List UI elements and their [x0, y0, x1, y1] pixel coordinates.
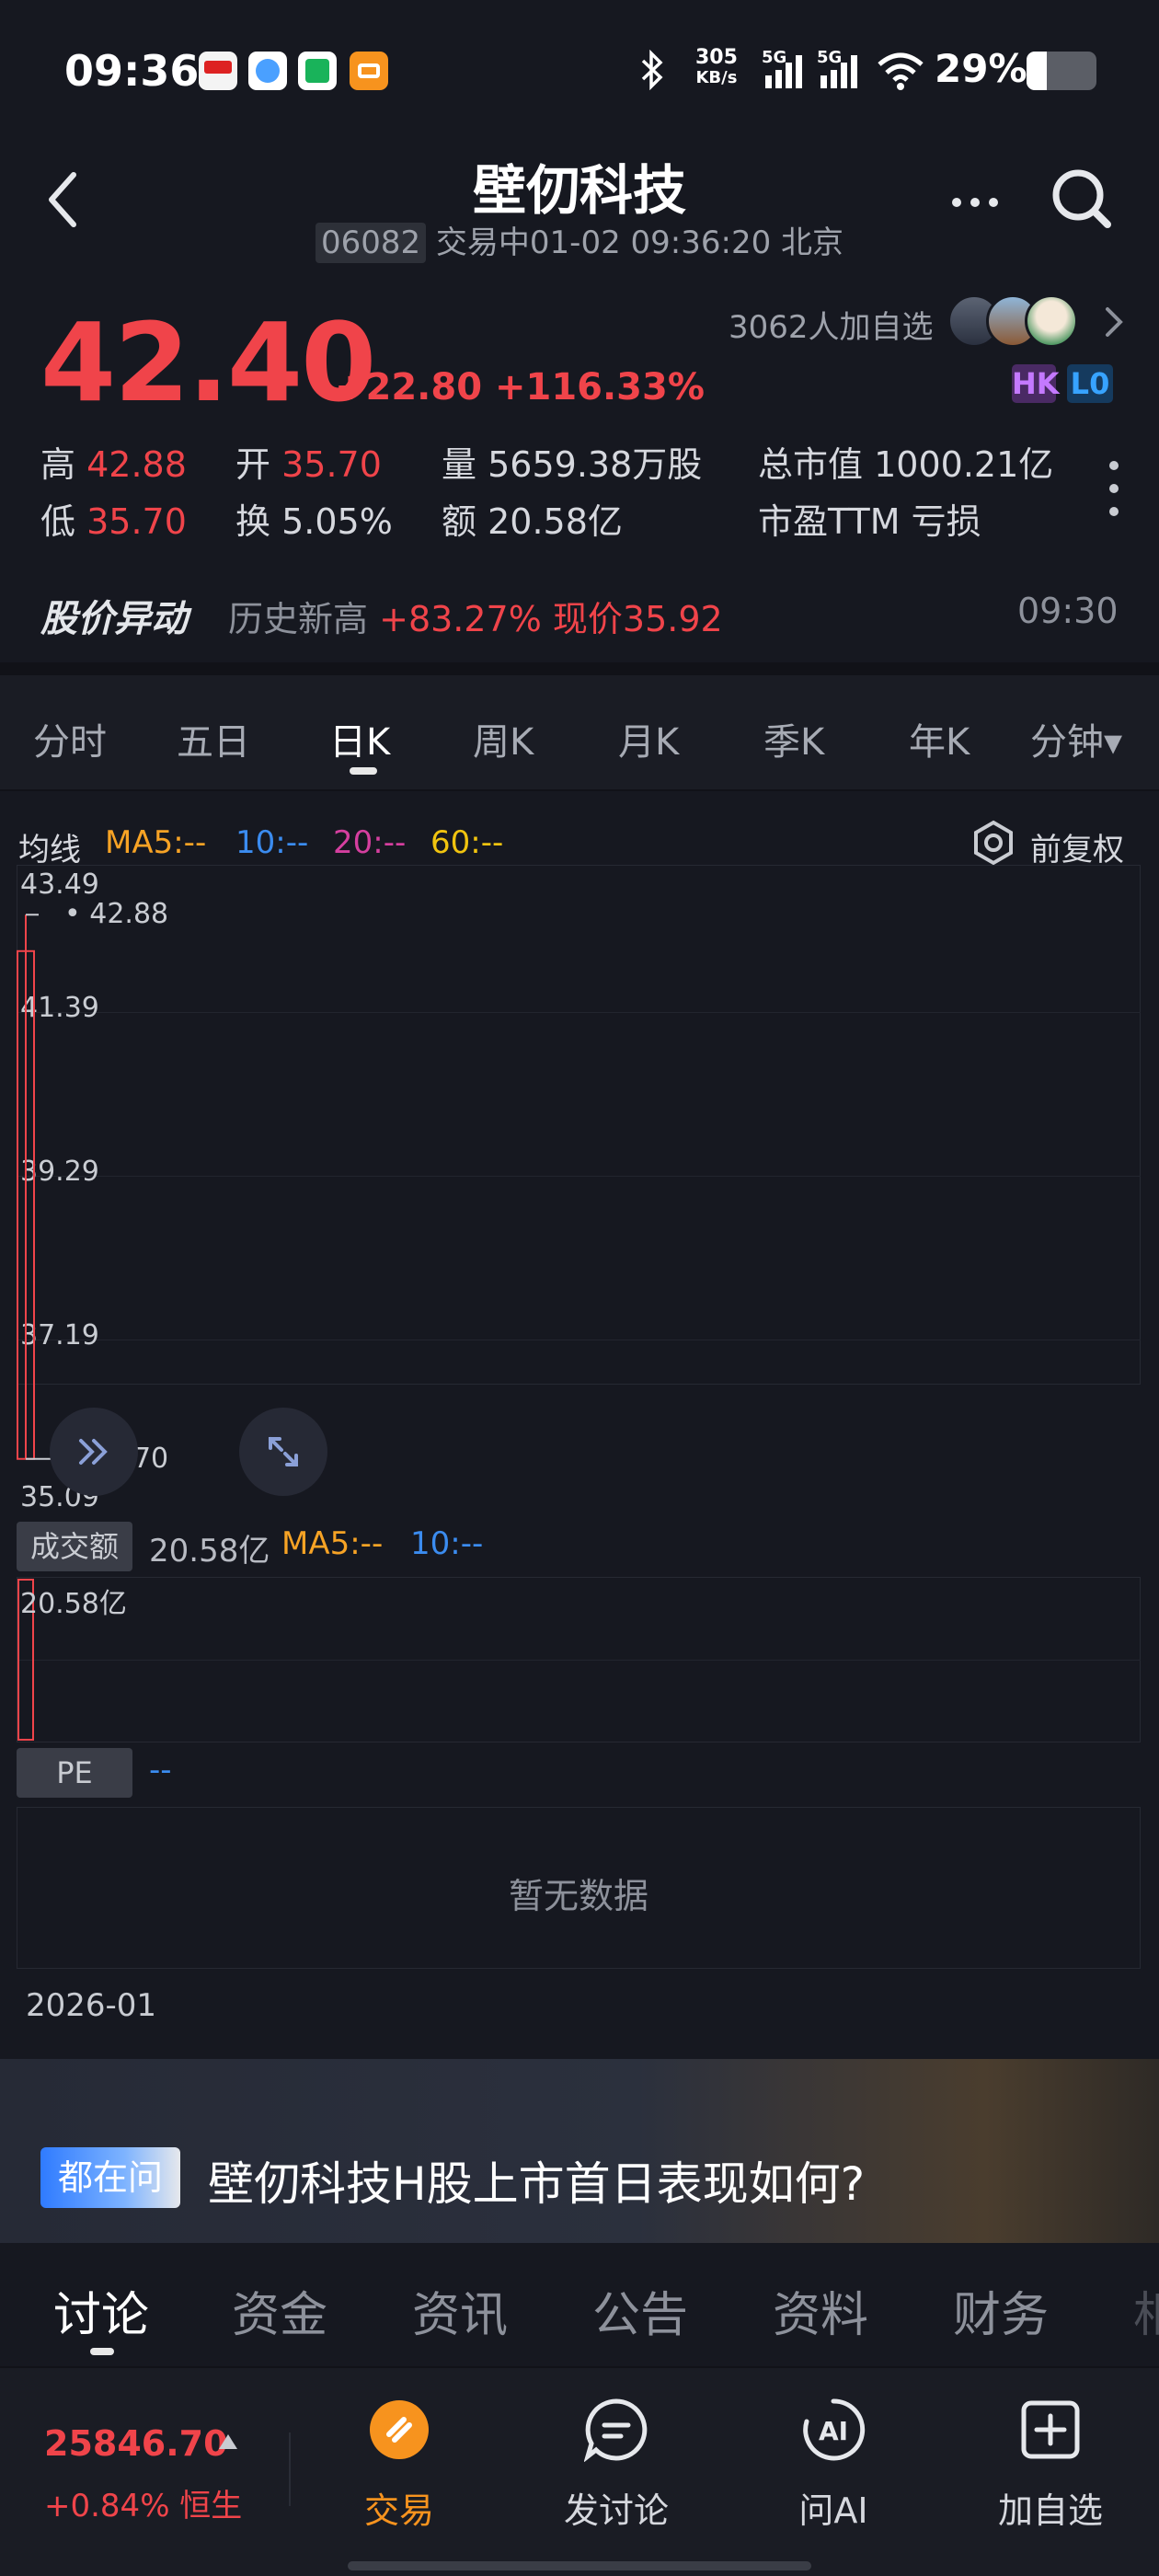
add-watchlist-button[interactable]: 加自选: [977, 2398, 1124, 2533]
content-tabs: 讨论 资金 资讯 公告 资料 财务 相: [0, 2243, 1159, 2363]
stat-low: 低 35.70: [40, 501, 187, 542]
pe-indicator-tab[interactable]: PE: [17, 1748, 132, 1798]
price-panel: [17, 865, 1141, 1385]
stat-pe-ttm: 市盈TTM 亏损: [758, 501, 981, 542]
ai-icon: AI: [803, 2398, 866, 2461]
battery-icon: [1027, 52, 1096, 90]
period-tabs: 分时 五日 日K 周K 月K 季K 年K 分钟▾: [0, 675, 1159, 791]
ask-ai-button[interactable]: AI 问AI: [760, 2398, 907, 2533]
status-bar: 09:36 305 KB/s 5G 5G 29%: [0, 0, 1159, 138]
pe-value: --: [149, 1752, 172, 1788]
stock-code: 06082: [315, 223, 427, 263]
trending-question[interactable]: 壁仞科技H股上市首日表现如何?: [208, 2147, 865, 2214]
adjust-mode-label[interactable]: 前复权: [1030, 824, 1124, 869]
more-options-icon[interactable]: [947, 175, 1003, 230]
scroll-to-latest-button[interactable]: [50, 1408, 138, 1496]
double-chevron-right-icon: [79, 1439, 108, 1465]
trade-icon: [370, 2400, 429, 2459]
tab-financials[interactable]: 财务: [953, 2276, 1049, 2345]
high-marker-label: • 42.88: [64, 898, 169, 931]
gridline: [17, 1176, 1141, 1177]
tab-weekly-k[interactable]: 周K: [473, 712, 534, 765]
status-time: 09:36: [64, 46, 200, 96]
stat-high: 高 42.88: [40, 444, 187, 485]
bottom-action-bar: 25846.70 +0.84% 恒生 交易 发讨论 AI 问AI 加自选: [0, 2366, 1159, 2576]
ai-question-banner[interactable]: 都在问 壁仞科技H股上市首日表现如何?: [0, 2059, 1159, 2243]
trending-badge: 都在问: [40, 2147, 180, 2208]
stat-open: 开 35.70: [235, 444, 382, 485]
svg-text:AI: AI: [819, 2416, 848, 2446]
stat-amount: 额 20.58亿: [442, 501, 623, 542]
ma10-label: 10:--: [235, 824, 309, 861]
active-tab-indicator: [90, 2348, 114, 2355]
gridline: [17, 1012, 1141, 1013]
price-alert-label: 股价异动: [40, 598, 188, 640]
tab-news[interactable]: 资讯: [412, 2276, 508, 2345]
app-notification-icon: [248, 52, 287, 90]
divider: [289, 2432, 291, 2506]
price-alert-time: 09:30: [1017, 591, 1119, 631]
tab-profile[interactable]: 资料: [773, 2276, 868, 2345]
volume-ma5: MA5:--: [281, 1525, 384, 1562]
app-notification-icon: [199, 52, 237, 90]
app-notification-icon: [298, 52, 337, 90]
follower-count[interactable]: 3062人加自选: [729, 302, 934, 347]
price-alert-text[interactable]: 历史新高 +83.27% 现价35.92: [228, 591, 723, 641]
tab-capital[interactable]: 资金: [232, 2276, 327, 2345]
current-price: 42.40: [40, 299, 376, 426]
volume-indicator-tab[interactable]: 成交额: [17, 1522, 132, 1571]
volume-value: 20.58亿: [149, 1533, 270, 1570]
no-data-text: 暂无数据: [508, 1876, 648, 1916]
chevron-right-icon[interactable]: [1100, 304, 1128, 340]
expand-icon: [269, 1437, 298, 1466]
up-triangle-icon: [219, 2434, 237, 2449]
tab-daily-k[interactable]: 日K: [329, 712, 390, 765]
post-discussion-button[interactable]: 发讨论: [543, 2398, 690, 2533]
ma60-label: 60:--: [430, 824, 504, 861]
avatar: [1025, 294, 1078, 348]
x-axis-date: 2026-01: [26, 1987, 157, 2024]
volume-ma10: 10:--: [410, 1525, 484, 1562]
tab-quarterly-k[interactable]: 季K: [763, 712, 824, 765]
tab-five-day[interactable]: 五日: [177, 712, 250, 765]
net-speed: 305 KB/s: [695, 46, 738, 88]
tab-intraday[interactable]: 分时: [33, 712, 107, 765]
expand-stats-icon[interactable]: [1102, 456, 1126, 521]
add-square-icon: [1021, 2400, 1080, 2459]
stat-volume: 量 5659.38万股: [442, 444, 703, 485]
signal-strength-icon: 5G: [817, 48, 865, 90]
price-change: +22.80 +116.33%: [335, 366, 705, 408]
home-indicator: [348, 2561, 811, 2570]
adjust-settings-icon[interactable]: [970, 819, 1017, 867]
index-value[interactable]: 25846.70: [44, 2423, 228, 2464]
kline-chart[interactable]: 均线 MA5:-- 10:-- 20:-- 60:-- 前复权 43.49 41…: [0, 791, 1159, 2047]
active-tab-indicator: [350, 767, 377, 775]
tab-minute-dropdown[interactable]: 分钟▾: [1030, 712, 1122, 765]
search-icon[interactable]: [1049, 166, 1115, 232]
ma20-label: 20:--: [333, 824, 407, 861]
bluetooth-icon: [641, 50, 663, 90]
app-notification-icon: [350, 52, 388, 90]
tab-discussion[interactable]: 讨论: [53, 2276, 149, 2345]
tab-related[interactable]: 相: [1133, 2276, 1159, 2345]
volume-axis-label: 20.58亿: [20, 1588, 127, 1620]
index-change[interactable]: +0.84% 恒生: [44, 2480, 242, 2525]
tab-yearly-k[interactable]: 年K: [909, 712, 970, 765]
tab-announcements[interactable]: 公告: [592, 2276, 688, 2345]
stat-market-cap: 总市值 1000.21亿: [758, 444, 1054, 485]
chat-bubble-icon: [583, 2398, 648, 2463]
signal-strength-icon: 5G: [762, 48, 809, 90]
market-badge-hk: HK: [1012, 364, 1060, 403]
trade-status-text: 交易中01-02 09:36:20 北京: [435, 224, 844, 261]
level-badge: L0: [1067, 364, 1113, 403]
wifi-icon: [878, 52, 924, 90]
tab-monthly-k[interactable]: 月K: [618, 712, 679, 765]
section-divider: [0, 662, 1159, 675]
battery-percent: 29%: [935, 46, 1027, 91]
gridline: [17, 1660, 1141, 1661]
fullscreen-button[interactable]: [239, 1408, 327, 1496]
trade-button[interactable]: 交易: [326, 2398, 473, 2533]
stat-turnover-rate: 换 5.05%: [235, 501, 393, 542]
